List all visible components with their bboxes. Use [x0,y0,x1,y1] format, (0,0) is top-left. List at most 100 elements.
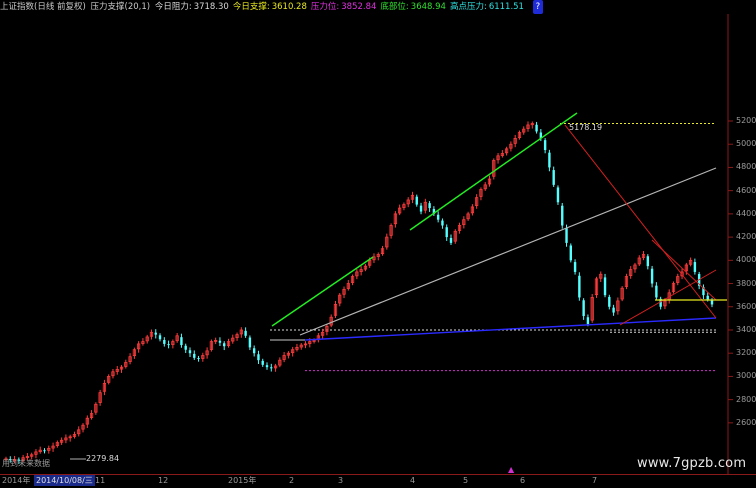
watermark: www.7gpzb.com [637,456,747,471]
header-item-1: 今日支撑: 3610.28 [233,2,309,12]
candle-body-down [565,228,568,243]
candle-body-down [244,330,247,336]
y-tick-label: 4800 [736,162,756,172]
candle-body-down [650,268,654,284]
candle-body-down [548,152,551,168]
y-tick-label: 2600 [736,417,756,427]
x-tick-label: 5 [463,476,469,485]
candle-body-down [449,237,453,243]
y-tick-label: 4600 [736,185,756,195]
header-items: 今日阻力: 3718.30 今日支撑: 3610.28 压力位: 3852.84 底部位: 3… [155,2,528,12]
candle-body-down [180,337,183,346]
y-tick-label: 4200 [736,232,756,242]
x-tick-label: 7 [592,476,598,485]
y-tick-label: 2800 [736,394,756,404]
candle-body-down [436,214,440,220]
header-title: 上证指数(日线 前复权) [0,2,86,12]
x-tick-label: 4 [410,476,416,485]
candle-body-down [556,187,560,203]
header-item-0: 今日阻力: 3718.30 [155,2,231,12]
candle-body-down [612,307,615,313]
candle-body-down [248,337,252,348]
green-trendline-2 [409,112,578,231]
candle-body-down [552,170,555,185]
header-item-label: 压力位: [310,2,340,12]
candle-body-down [569,245,572,261]
y-tick-label: 5200 [736,116,756,125]
candle-body-down [646,256,650,267]
x-tick-selected-date[interactable]: 2014/10/08/三 [34,475,95,486]
candle-body-down [197,358,200,360]
candle-body-down [578,275,581,298]
header-item-value: 3610.28 [271,2,307,12]
header-item-label: 今日阻力: [154,2,192,12]
candle-body-down [223,343,226,347]
candle-body-down [188,350,192,354]
candle-body-down [441,220,444,226]
price-chart[interactable]: ▲ [0,0,756,487]
header-item-value: 3718.30 [193,2,229,12]
header-item-3: 底部位: 3648.94 [380,2,448,12]
header-item-label: 今日支撑: [232,2,270,12]
y-tick-label: 3600 [736,301,756,311]
header-indicator[interactable]: 压力支撑(20,1) [91,2,151,12]
candle-body-down [706,295,709,300]
header-item-value: 3648.94 [410,2,446,12]
header-item-value: 3852.84 [341,2,377,12]
candle-body-down [252,348,256,354]
x-tick-label: 2015年 [228,476,257,485]
candle-body-down [561,205,564,226]
candle-body-down [265,365,269,368]
x-tick-label: 12 [158,476,169,485]
candle-body-down [543,140,547,151]
y-tick-label: 5000 [736,139,756,149]
candle-body-down [655,285,658,298]
green-trendline-1 [271,256,374,327]
red-trendline-1 [564,124,717,319]
x-tick-label: 2014年 [2,476,31,485]
candle-body-down [693,262,697,272]
y-tick-label: 3800 [736,278,756,288]
candle-body-down [261,360,264,365]
candle-body-down [154,332,157,335]
no-future-data-label: 用到未来数据 [2,459,50,468]
header-item-label: 高点压力: [449,2,487,12]
red-trendline-2 [619,269,717,326]
candle-body-down [167,344,170,346]
candle-body-down [257,354,260,361]
candle-body-down [535,124,538,132]
candle-body-down [710,300,714,305]
candle-body-down [270,367,273,369]
x-tick-label: 2 [289,476,295,485]
x-tick-label: 3 [338,476,344,485]
candle-body-down [428,203,431,209]
y-tick-label: 4400 [736,208,756,218]
high-price-label: 5178.19 [569,123,603,132]
candle-body-down [586,317,590,325]
gray-trendline [299,167,717,336]
header-item-label: 底部位: [380,2,409,12]
candle-body-down [582,300,585,317]
candle-body-down [43,450,46,452]
candle-body-down [193,353,196,358]
y-tick-label: 4000 [736,255,756,265]
candle-body-down [608,296,611,307]
x-tick-label: 11 [95,476,106,485]
candle-body-down [158,335,162,340]
low-price-label: 2279.84 [86,454,120,463]
help-button[interactable]: ? [532,0,544,14]
x-tick-label: 6 [520,476,526,485]
indicator-header: 上证指数(日线 前复权) 压力支撑(20,1) 今日阻力: 3718.30 今日支撑… [0,0,756,14]
candle-body-down [573,262,577,272]
header-item-2: 压力位: 3852.84 [311,2,379,12]
event-marker: ▲ [508,465,515,474]
candle-body-down [218,340,222,343]
y-tick-label: 3200 [736,348,756,358]
x-axis-bar [0,474,756,488]
y-tick-label: 3000 [736,371,756,381]
candle-body-down [415,196,418,205]
red-trendline-3 [651,239,717,301]
header-item-value: 6111.51 [488,2,524,12]
y-tick-label: 3400 [736,324,756,334]
blue-trendline [304,317,717,341]
